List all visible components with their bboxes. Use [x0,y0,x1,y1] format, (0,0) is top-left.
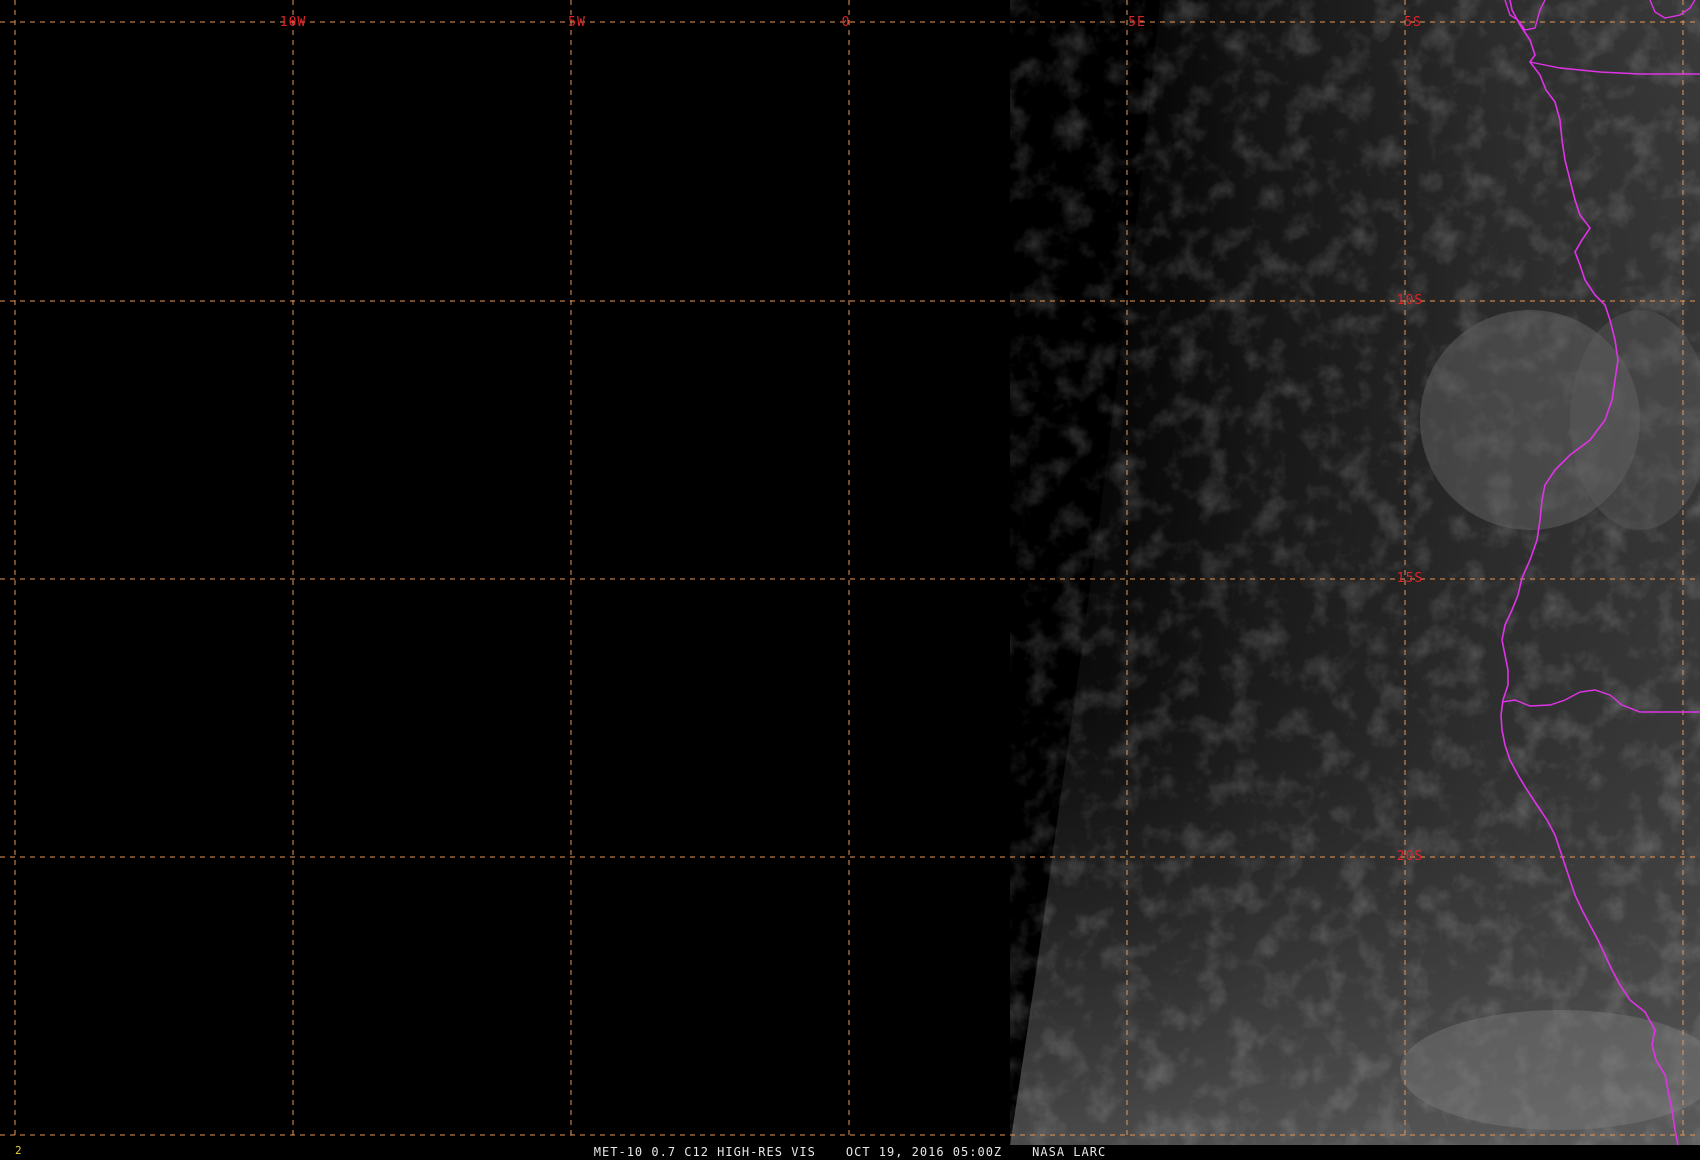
lon-label-5e: 5E [1128,15,1146,30]
product-label: MET-10 0.7 C12 HIGH-RES VIS [593,1144,816,1159]
datetime-label: OCT 19, 2016 05:00Z [845,1144,1003,1159]
image-caption: MET-10 0.7 C12 HIGH-RES VIS OCT 19, 2016… [0,1143,1700,1160]
lat-label-15s: 15S [1397,571,1423,586]
lon-label-10w: 10W [280,15,306,30]
lat-label-5s: 5S [1404,15,1422,30]
satellite-map: 10W 5W 0 5E 5S 10S 15S 20S [0,0,1700,1146]
lon-label-5w: 5W [568,15,586,30]
satellite-image-viewer: 10W 5W 0 5E 5S 10S 15S 20S 2 MET-10 0.7 … [0,0,1700,1160]
source-label: NASA LARC [1032,1144,1107,1159]
lat-label-10s: 10S [1397,293,1423,308]
lat-label-20s: 20S [1397,849,1423,864]
sunlit-region [1010,0,1700,1145]
lon-label-0: 0 [842,15,851,30]
